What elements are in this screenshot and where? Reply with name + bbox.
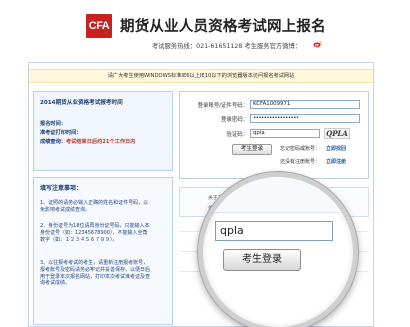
notes-box: 填写注意事项： 1、证照的请务必输入正确的姓名和证件号码，以免影响考试成绩查询。… — [33, 177, 173, 325]
site-title: 期货从业人员资格考试网上报名 — [120, 19, 326, 35]
score-query-line: 成绩查询：考试结束日后约21个工作日内 — [40, 138, 135, 145]
register-link[interactable]: 立即注册 — [326, 158, 346, 165]
account-input[interactable]: KCFA1009971 — [250, 100, 360, 109]
note-paragraph-1: 1、证照的请务必输入正确的姓名和证件号码，以免影响考试成绩查询。 — [40, 200, 149, 213]
magnified-captcha-input[interactable]: qpla — [215, 221, 333, 241]
magnifier-lens: qpla 考生登录 — [198, 172, 358, 327]
ticket-print-label: 准考证打印时间： — [40, 130, 82, 136]
captcha-label: 验证码： — [226, 132, 248, 138]
exam-schedule-box: 2014期货从业资格考试报考时间 报名时间： 准考证打印时间： 成绩查询：考试结… — [33, 91, 173, 171]
browser-notice: 请广大考生使用WINDOWS标准IE6以上IE10以下的浏览器版本访问报名考试网… — [29, 69, 373, 83]
cfa-logo: CFA — [86, 14, 112, 38]
weibo-icon[interactable] — [313, 40, 322, 48]
exam-schedule-title: 2014期货从业资格考试报考时间 — [40, 100, 123, 106]
captcha-input[interactable]: qpla — [250, 129, 320, 138]
password-input[interactable]: ••••••••••••••••• — [250, 114, 360, 123]
password-label: 登录密码： — [221, 117, 248, 123]
note-paragraph-2: 2、身份证号为18位请再身份证号码，只能输入本身份证号（如：1234567890… — [40, 223, 150, 243]
magnifier-background — [203, 177, 353, 213]
login-form: 登录账号/证件号码： KCFA1009971 登录密码： •••••••••••… — [179, 91, 369, 179]
notes-title: 填写注意事项： — [40, 185, 83, 192]
forgot-label: 忘记密码或账号： — [280, 146, 321, 152]
site-header: CFA 期货从业人员资格考试网上报名 考试服务热线：021-61651128 考… — [0, 0, 410, 58]
magnified-login-button[interactable]: 考生登录 — [223, 249, 301, 271]
login-button[interactable]: 考生登录 — [232, 144, 272, 155]
captcha-image[interactable]: QPLA — [324, 128, 350, 139]
note-paragraph-3: 3、以往报考考试的考生，请重新注册报考账号，报考账号及密码请务必牢记并妥善保存，… — [40, 260, 151, 287]
score-query-label: 成绩查询： — [40, 139, 66, 145]
register-label: 还没有注册账号： — [280, 159, 321, 165]
ticket-print-line: 准考证打印时间： — [40, 129, 82, 136]
score-query-value: 考试结束日后约21个工作日内 — [65, 139, 136, 145]
service-hotline: 考试服务热线：021-61651128 考生服务官方微博： — [152, 43, 302, 50]
recover-link[interactable]: 立即找回 — [326, 145, 346, 152]
left-column: 2014期货从业资格考试报考时间 报名时间： 准考证打印时间： 成绩查询：考试结… — [33, 91, 173, 325]
register-time-label: 报名时间： — [40, 121, 66, 127]
register-time-line: 报名时间： — [40, 120, 66, 127]
page: CFA 期货从业人员资格考试网上报名 考试服务热线：021-61651128 考… — [0, 0, 410, 327]
account-label: 登录账号/证件号码： — [197, 103, 248, 109]
